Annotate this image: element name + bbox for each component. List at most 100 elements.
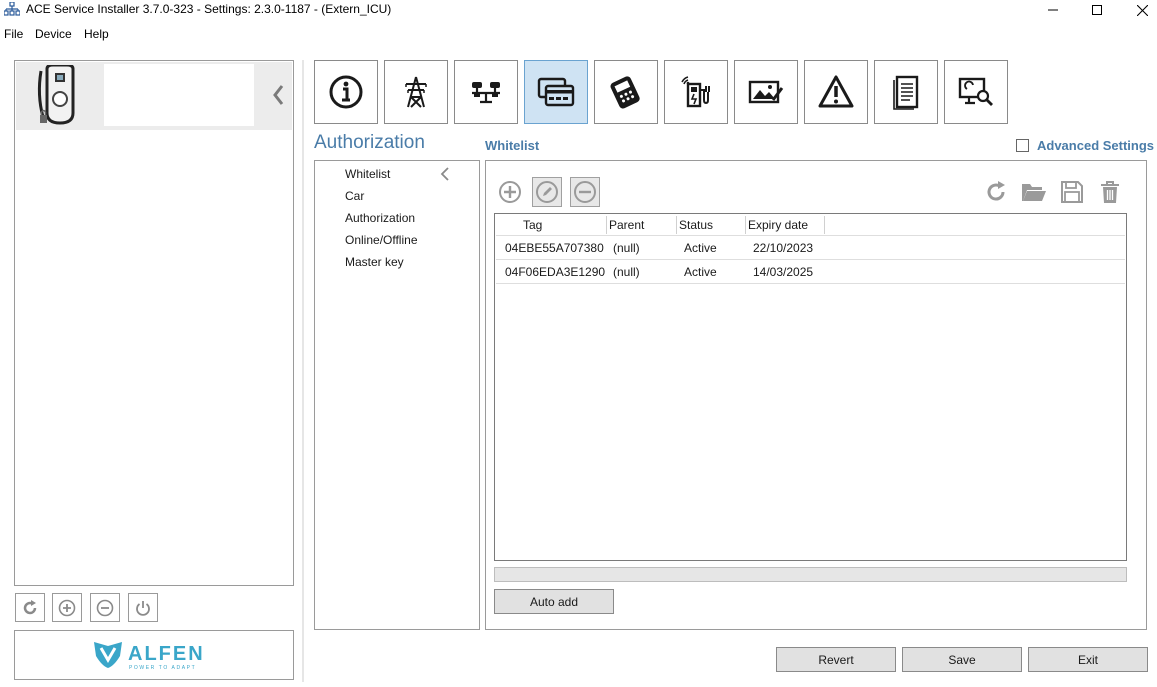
- app-icon: [3, 1, 21, 16]
- column-header-expiry[interactable]: Expiry date: [748, 218, 808, 232]
- nav-item-online-offline[interactable]: Online/Offline: [345, 233, 418, 247]
- trash-icon: [1101, 181, 1119, 203]
- tool-log-button[interactable]: [874, 60, 938, 124]
- nav-item-authorization[interactable]: Authorization: [345, 211, 415, 225]
- row-divider: [496, 283, 1125, 284]
- whitelist-panel: Tag Parent Status Expiry date 04EBE55A70…: [485, 160, 1147, 630]
- charging-station-wifi-icon: [681, 76, 710, 108]
- cell-parent: (null): [613, 241, 640, 255]
- power-button[interactable]: [128, 593, 158, 622]
- remove-circle-icon: [574, 181, 596, 203]
- chevron-left-icon: [273, 85, 284, 105]
- cell-expiry: 22/10/2023: [753, 241, 814, 255]
- minimize-icon: [1048, 9, 1058, 11]
- nav-item-whitelist[interactable]: Whitelist: [345, 167, 390, 181]
- minimize-button[interactable]: [1030, 0, 1076, 20]
- maximize-icon: [1092, 5, 1102, 15]
- nav-item-car[interactable]: Car: [345, 189, 364, 203]
- folder-open-icon: [1022, 184, 1046, 201]
- window-title: ACE Service Installer 3.7.0-323 - Settin…: [26, 2, 392, 16]
- image-edit-icon: [748, 80, 784, 104]
- tool-connectivity-button[interactable]: [664, 60, 728, 124]
- device-list-item[interactable]: [16, 62, 292, 130]
- card-reader-icon: [537, 77, 575, 107]
- tool-payment-button[interactable]: [594, 60, 658, 124]
- monitor-search-icon: [958, 77, 993, 106]
- edit-tag-button[interactable]: [532, 177, 562, 207]
- chevron-left-icon: [440, 167, 449, 181]
- cell-expiry: 14/03/2025: [753, 265, 814, 279]
- column-separator[interactable]: [606, 216, 607, 234]
- tool-diagnostics-button[interactable]: [944, 60, 1008, 124]
- maximize-button[interactable]: [1074, 0, 1120, 20]
- clear-list-button[interactable]: [1095, 177, 1125, 207]
- cell-status: Active: [684, 241, 717, 255]
- tool-display-button[interactable]: [734, 60, 798, 124]
- advanced-settings-label[interactable]: Advanced Settings: [1037, 138, 1154, 153]
- power-tower-icon: [405, 76, 427, 108]
- refresh-devices-button[interactable]: [15, 593, 45, 622]
- save-button[interactable]: Save: [902, 647, 1022, 672]
- company-logo: ALFEN POWER TO ADAPT: [14, 630, 294, 680]
- cell-status: Active: [684, 265, 717, 279]
- power-icon: [136, 600, 150, 616]
- add-device-button[interactable]: [52, 593, 82, 622]
- add-tag-button[interactable]: [495, 177, 525, 207]
- ev-charger-icon: [16, 62, 104, 130]
- collapse-panel-button[interactable]: [268, 80, 288, 110]
- collapse-nav-button[interactable]: [437, 165, 453, 183]
- section-title: Authorization: [314, 132, 425, 153]
- column-separator[interactable]: [676, 216, 677, 234]
- close-icon: [1136, 4, 1148, 16]
- column-header-parent[interactable]: Parent: [609, 218, 644, 232]
- subsection-title: Whitelist: [485, 138, 540, 153]
- table-row[interactable]: 04F06EDA3E1290 (null) Active 14/03/2025: [496, 260, 1125, 283]
- refresh-icon: [987, 181, 1005, 201]
- settings-nav: Whitelist Car Authorization Online/Offli…: [314, 160, 480, 630]
- menu-bar: [0, 24, 1157, 44]
- column-header-status[interactable]: Status: [679, 218, 713, 232]
- open-file-button[interactable]: [1019, 177, 1049, 207]
- remove-circle-icon: [96, 599, 114, 616]
- menu-help[interactable]: Help: [84, 27, 109, 41]
- tool-errors-button[interactable]: [804, 60, 868, 124]
- info-icon: [329, 75, 363, 109]
- tool-load-balancing-button[interactable]: [454, 60, 518, 124]
- save-icon: [1061, 181, 1083, 203]
- exit-button[interactable]: Exit: [1028, 647, 1148, 672]
- column-separator[interactable]: [824, 216, 825, 234]
- alfen-logo: ALFEN POWER TO ADAPT: [94, 642, 205, 671]
- column-separator[interactable]: [745, 216, 746, 234]
- cell-tag: 04F06EDA3E1290: [505, 265, 606, 279]
- revert-button[interactable]: Revert: [776, 647, 896, 672]
- balance-icon: [472, 82, 500, 104]
- cell-parent: (null): [613, 265, 640, 279]
- remove-tag-button[interactable]: [570, 177, 600, 207]
- remove-device-button[interactable]: [90, 593, 120, 622]
- panel-splitter[interactable]: [302, 60, 304, 682]
- column-header-tag[interactable]: Tag: [523, 218, 542, 232]
- tool-grid-button[interactable]: [384, 60, 448, 124]
- nav-item-master-key[interactable]: Master key: [345, 255, 404, 269]
- menu-device[interactable]: Device: [35, 27, 72, 41]
- tool-info-button[interactable]: [314, 60, 378, 124]
- edit-circle-icon: [536, 181, 558, 203]
- close-button[interactable]: [1119, 0, 1157, 20]
- logo-tagline: POWER TO ADAPT: [129, 665, 196, 671]
- save-file-button[interactable]: [1057, 177, 1087, 207]
- device-list: [14, 60, 294, 586]
- add-circle-icon: [499, 181, 521, 203]
- auto-add-button[interactable]: Auto add: [494, 589, 614, 614]
- payment-terminal-icon: [610, 76, 640, 109]
- advanced-settings-checkbox[interactable]: [1016, 139, 1029, 152]
- reload-button[interactable]: [981, 177, 1011, 207]
- device-name-field: [104, 64, 254, 126]
- warning-icon: [818, 75, 854, 108]
- add-circle-icon: [58, 599, 76, 616]
- document-icon: [893, 75, 919, 110]
- menu-file[interactable]: File: [4, 27, 23, 41]
- whitelist-table: Tag Parent Status Expiry date 04EBE55A70…: [494, 213, 1127, 561]
- logo-name: ALFEN: [128, 643, 205, 665]
- table-row[interactable]: 04EBE55A707380 (null) Active 22/10/2023: [496, 236, 1125, 259]
- tool-authorization-button[interactable]: [524, 60, 588, 124]
